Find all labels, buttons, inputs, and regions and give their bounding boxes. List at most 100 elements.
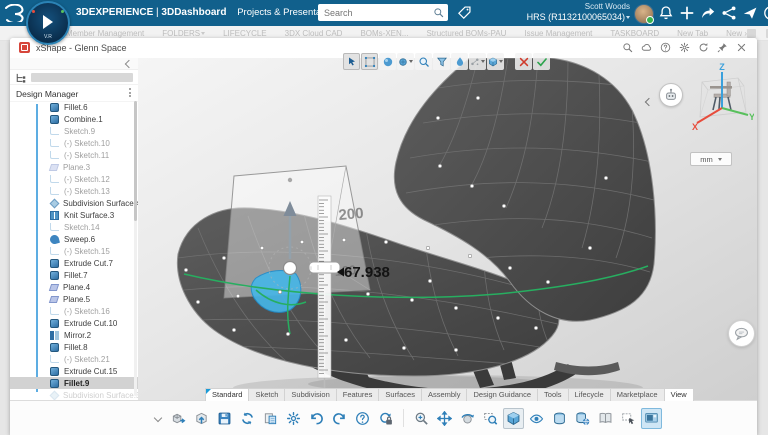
render-db-button[interactable] — [549, 408, 570, 429]
tab-view[interactable]: View — [664, 388, 694, 401]
update-lock-button[interactable] — [375, 408, 396, 429]
tree-item-sketch-14[interactable]: Sketch.14 — [10, 221, 138, 233]
tree-item-extrude-cut-15[interactable]: Extrude Cut.15 — [10, 365, 138, 377]
3d-viewport[interactable]: 200 100 67.938 — [138, 58, 757, 400]
shading-tool-button[interactable] — [379, 53, 396, 70]
scrollbar-thumb[interactable] — [134, 101, 137, 221]
screen-mode-button[interactable] — [641, 408, 662, 429]
save-button[interactable] — [214, 408, 235, 429]
cancel-tool-button[interactable] — [515, 53, 532, 70]
settings-button[interactable] — [283, 408, 304, 429]
tab-features[interactable]: Features — [336, 388, 380, 401]
settings-button[interactable] — [679, 42, 690, 53]
tree-item-fillet-7[interactable]: Fillet.7 — [10, 269, 138, 281]
filter-tool-button[interactable] — [433, 53, 450, 70]
tree-item--sketch-12[interactable]: (-) Sketch.12 — [10, 173, 138, 185]
close-button[interactable] — [736, 42, 747, 53]
dimension-label[interactable]: 67.938 — [337, 264, 390, 281]
import-button[interactable] — [191, 408, 212, 429]
shaded-cube-button[interactable] — [503, 408, 524, 429]
accept-tool-button[interactable] — [533, 53, 550, 70]
tree-item-subdivision-surface-4[interactable]: Subdivision Surface.4 — [10, 197, 138, 209]
tab-marketplace[interactable]: Marketplace — [610, 388, 665, 401]
search-button[interactable] — [622, 42, 633, 53]
zoom-button[interactable] — [411, 408, 432, 429]
tab-sketch[interactable]: Sketch — [248, 388, 285, 401]
tree-filter-field[interactable] — [31, 73, 133, 82]
tree-item--sketch-11[interactable]: (-) Sketch.11 — [10, 149, 138, 161]
print-button[interactable] — [260, 408, 281, 429]
tree-item--sketch-15[interactable]: (-) Sketch.15 — [10, 245, 138, 257]
dashboard-tab-3dx-cloud-cad[interactable]: 3DX Cloud CAD — [285, 29, 343, 38]
tree-item-knit-surface-3[interactable]: Knit Surface.3 — [10, 209, 138, 221]
pan-button[interactable] — [434, 408, 455, 429]
tree-item--sketch-21[interactable]: (-) Sketch.21 — [10, 353, 138, 365]
share-3d-button[interactable] — [168, 408, 189, 429]
tree-item-fillet-9[interactable]: Fillet.9 — [10, 377, 138, 389]
add-button[interactable] — [679, 5, 695, 21]
dashboard-tab-boms-xen-[interactable]: BOMs-XEN... — [360, 29, 408, 38]
dashboard-tab-issue-management[interactable]: Issue Management — [524, 29, 592, 38]
dashboard-tab-new-[interactable]: New › — [726, 29, 747, 38]
tag-button[interactable] — [457, 5, 472, 20]
select-window-button[interactable] — [618, 408, 639, 429]
snap-tool-button[interactable] — [469, 53, 486, 70]
comment-bubble-button[interactable] — [728, 320, 755, 347]
dashboard-tab-folders[interactable]: FOLDERS — [162, 29, 205, 38]
pin-button[interactable] — [717, 42, 728, 53]
magnify-tool-button[interactable] — [415, 53, 432, 70]
tree-item-sweep-6[interactable]: Sweep.6 — [10, 233, 138, 245]
tree-item-sketch-9[interactable]: Sketch.9 — [10, 125, 138, 137]
bell-button[interactable] — [658, 5, 674, 21]
dashboard-tab-structured-boms-pau[interactable]: Structured BOMs-PAU — [426, 29, 506, 38]
cloud-button[interactable] — [641, 42, 652, 53]
select-tool-button[interactable] — [343, 53, 360, 70]
help-button[interactable] — [352, 408, 373, 429]
tree-item-fillet-6[interactable]: Fillet.6 — [10, 101, 138, 113]
tab-subdivision[interactable]: Subdivision — [284, 388, 336, 401]
undo-button[interactable] — [306, 408, 327, 429]
panel-scrollbar[interactable] — [134, 101, 137, 396]
collapse-panel-icon[interactable] — [125, 60, 133, 68]
tree-item-plane-5[interactable]: Plane.5 — [10, 293, 138, 305]
help-button[interactable] — [660, 42, 671, 53]
dashboard-tab-lifecycle[interactable]: LIFECYCLE — [223, 29, 267, 38]
help-button[interactable] — [763, 5, 768, 21]
axis-triad[interactable]: Z X Y — [686, 62, 754, 150]
material-tool-button[interactable] — [451, 53, 468, 70]
toolbar-collapse-icon[interactable] — [152, 412, 164, 424]
render-style-button[interactable] — [397, 53, 414, 70]
measurement-ruler[interactable] — [318, 196, 331, 388]
refresh-button[interactable] — [698, 42, 709, 53]
tab-assembly[interactable]: Assembly — [421, 388, 468, 401]
assistant-robot-button[interactable] — [659, 83, 683, 107]
tree-item--sketch-13[interactable]: (-) Sketch.13 — [10, 185, 138, 197]
tab-design-guidance[interactable]: Design Guidance — [466, 388, 538, 401]
plane-button[interactable] — [742, 5, 758, 21]
web-render-button[interactable] — [572, 408, 593, 429]
search-icon[interactable] — [433, 7, 444, 18]
tab-standard[interactable]: Standard — [205, 388, 249, 401]
tree-item-extrude-cut-7[interactable]: Extrude Cut.7 — [10, 257, 138, 269]
dashboard-tab-new-tab[interactable]: New Tab — [677, 29, 708, 38]
tab-tools[interactable]: Tools — [537, 388, 569, 401]
tree-item--sketch-16[interactable]: (-) Sketch.16 — [10, 305, 138, 317]
tree-item-extrude-cut-10[interactable]: Extrude Cut.10 — [10, 317, 138, 329]
frame-tool-button[interactable] — [361, 53, 378, 70]
tab-surfaces[interactable]: Surfaces — [378, 388, 422, 401]
collapse-right-icon[interactable] — [646, 92, 654, 100]
share-arrow-button[interactable] — [700, 5, 716, 21]
units-dropdown[interactable]: mm — [690, 152, 732, 166]
tree-item-mirror-2[interactable]: Mirror.2 — [10, 329, 138, 341]
zoom-area-button[interactable] — [480, 408, 501, 429]
avatar[interactable] — [634, 4, 654, 24]
view-style-button[interactable] — [526, 408, 547, 429]
app-name[interactable]: 3DDashboard — [161, 7, 226, 18]
tree-item-combine-1[interactable]: Combine.1 — [10, 113, 138, 125]
rotate-button[interactable] — [457, 408, 478, 429]
sync-button[interactable] — [237, 408, 258, 429]
panel-menu-icon[interactable] — [129, 88, 131, 97]
tree-item-subdivision-surface-5[interactable]: Subdivision Surface.5 — [10, 389, 138, 400]
tree-structure-icon[interactable] — [15, 71, 27, 83]
compass-button[interactable]: V.R — [26, 1, 70, 45]
